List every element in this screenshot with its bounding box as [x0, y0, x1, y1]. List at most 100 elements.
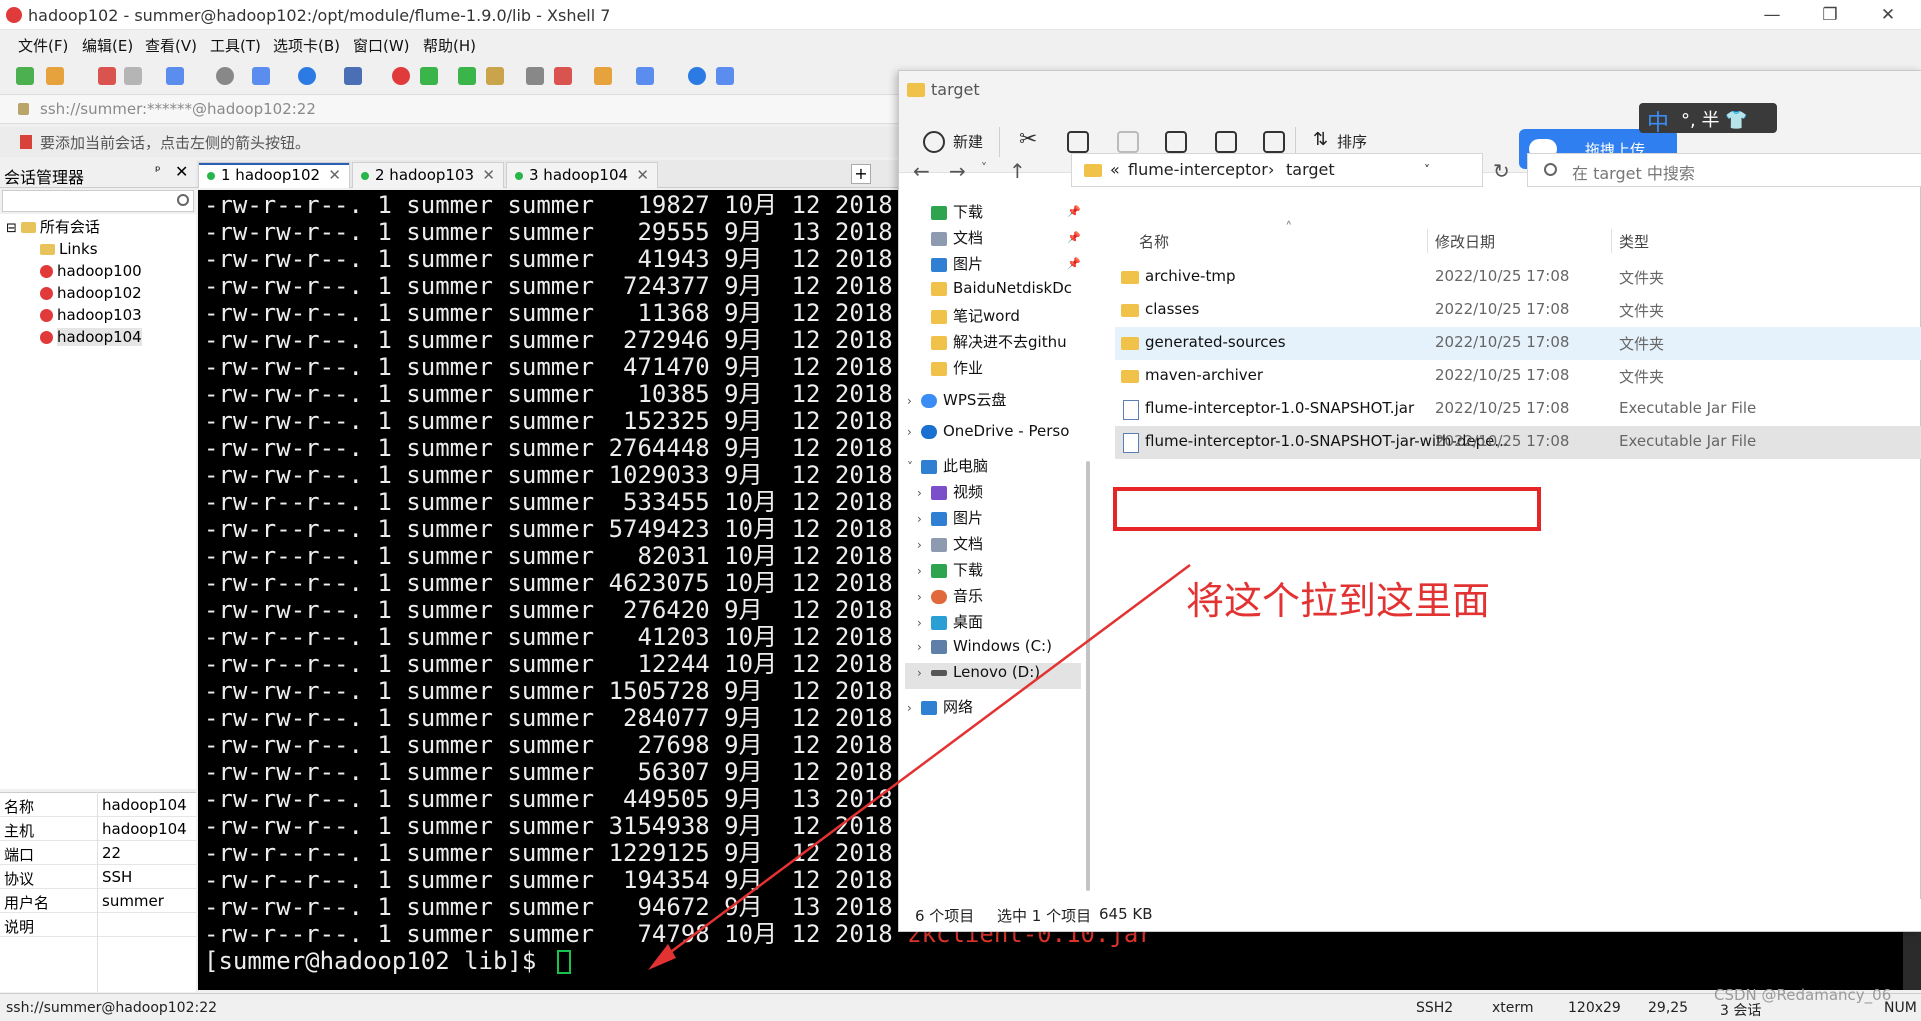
xshell-icon[interactable]: [392, 67, 410, 85]
sidebar-item-baidunetdisk[interactable]: BaiduNetdiskDc: [931, 279, 1081, 305]
pin-icon[interactable]: ᵖ: [155, 164, 161, 179]
breadcrumb-parent[interactable]: flume-interceptor: [1128, 160, 1268, 179]
sidebar-item-drive-c[interactable]: › Windows (C:): [917, 637, 1087, 663]
help-icon[interactable]: [688, 67, 706, 85]
menu-help[interactable]: 帮助(H): [423, 35, 476, 56]
cut-icon[interactable]: ✂: [1019, 127, 1041, 152]
session-search-input[interactable]: [2, 190, 194, 212]
menu-tools[interactable]: 工具(T): [210, 35, 261, 56]
new-icon[interactable]: [923, 131, 945, 153]
sidebar-item-downloads[interactable]: 下载: [931, 201, 1081, 227]
new-tab-icon[interactable]: [594, 67, 612, 85]
breadcrumb-prefix[interactable]: «: [1110, 160, 1120, 179]
tree-item-hadoop103[interactable]: hadoop103: [40, 304, 142, 326]
tab-close-icon[interactable]: ✕: [482, 166, 495, 184]
address-breadcrumb[interactable]: « flume-interceptor › target ˅: [1071, 153, 1483, 187]
tree-item-all-sessions[interactable]: ⊟ 所有会话: [6, 216, 100, 238]
column-header-name[interactable]: 名称: [1139, 231, 1169, 261]
restore-button[interactable]: ❐: [1800, 0, 1860, 30]
sidebar-item-documents[interactable]: 文档: [931, 227, 1081, 253]
sidebar-item-pictures[interactable]: 图片: [931, 253, 1081, 279]
ime-options[interactable]: °, 半 👕: [1681, 106, 1748, 132]
refresh-icon[interactable]: ↻: [1493, 159, 1510, 183]
tab-close-icon[interactable]: ✕: [328, 166, 341, 184]
tab-hadoop103[interactable]: 2 hadoop103 ✕: [352, 162, 504, 188]
menu-tabs[interactable]: 选项卡(B): [273, 35, 340, 56]
expand-icon[interactable]: ›: [917, 590, 931, 604]
sidebar-item-drive-d[interactable]: › Lenovo (D:): [905, 663, 1081, 689]
menu-view[interactable]: 查看(V): [145, 35, 197, 56]
tree-item-hadoop104[interactable]: hadoop104: [40, 326, 142, 348]
column-divider[interactable]: [1427, 229, 1428, 253]
share-icon[interactable]: [1215, 131, 1237, 153]
tree-item-hadoop100[interactable]: hadoop100: [40, 260, 142, 282]
fullscreen-icon[interactable]: [458, 67, 476, 85]
collapse-icon[interactable]: ˅: [907, 460, 921, 474]
address-bar[interactable]: ssh://summer:******@hadoop102:22: [0, 94, 900, 124]
menu-edit[interactable]: 编辑(E): [82, 35, 133, 56]
file-row[interactable]: flume-interceptor-1.0-SNAPSHOT.jar 2022/…: [1115, 393, 1921, 426]
expand-icon[interactable]: ›: [907, 425, 921, 439]
sidebar-item-music[interactable]: › 音乐: [917, 585, 1087, 611]
open-icon[interactable]: [46, 67, 64, 85]
sidebar-item-pc-downloads[interactable]: › 下载: [917, 559, 1087, 585]
expand-icon[interactable]: ›: [917, 616, 931, 630]
pin-icon[interactable]: 📌: [1067, 231, 1081, 244]
close-button[interactable]: ✕: [1858, 0, 1918, 30]
breadcrumb-current[interactable]: target: [1286, 160, 1335, 179]
ime-mode[interactable]: 中: [1647, 105, 1669, 137]
file-row-selected[interactable]: flume-interceptor-1.0-SNAPSHOT-jar-with-…: [1115, 426, 1921, 459]
sidebar-scrollbar[interactable]: [1086, 461, 1090, 891]
terminal-scrollbar[interactable]: [1903, 930, 1921, 990]
ime-toolbar[interactable]: 中 °, 半 👕: [1639, 103, 1777, 136]
up-icon[interactable]: ↑: [1009, 159, 1026, 183]
column-header-date[interactable]: 修改日期: [1435, 231, 1495, 261]
expand-icon[interactable]: ›: [907, 701, 921, 715]
recent-dropdown-icon[interactable]: ˅: [981, 161, 987, 175]
sidebar-item-homework[interactable]: 作业: [931, 357, 1081, 383]
sort-icon[interactable]: ⇅: [1313, 129, 1328, 155]
sidebar-item-pc-documents[interactable]: › 文档: [917, 533, 1087, 559]
sidebar-item-network[interactable]: › 网络: [907, 696, 1087, 722]
new-button[interactable]: 新建: [953, 131, 983, 157]
highlight-icon[interactable]: [554, 67, 572, 85]
back-icon[interactable]: ←: [913, 159, 930, 183]
add-tab-button[interactable]: +: [851, 164, 871, 184]
file-row[interactable]: generated-sources 2022/10/25 17:08 文件夹: [1115, 327, 1921, 360]
expand-icon[interactable]: ›: [907, 394, 921, 408]
close-panel-icon[interactable]: ✕: [175, 162, 188, 181]
find-icon[interactable]: [216, 67, 234, 85]
rename-icon[interactable]: [1165, 131, 1187, 153]
xftp-icon[interactable]: [420, 67, 438, 85]
font-icon[interactable]: [344, 67, 362, 85]
delete-icon[interactable]: [1263, 131, 1285, 153]
expand-icon[interactable]: ›: [917, 564, 931, 578]
tree-item-links[interactable]: Links: [40, 238, 98, 260]
sidebar-item-pc-pictures[interactable]: › 图片: [917, 507, 1087, 533]
sidebar-item-videos[interactable]: › 视频: [917, 481, 1087, 507]
file-row[interactable]: maven-archiver 2022/10/25 17:08 文件夹: [1115, 360, 1921, 393]
lock-icon[interactable]: [486, 67, 504, 85]
paste-icon[interactable]: [1117, 131, 1139, 153]
chat-icon[interactable]: [716, 67, 734, 85]
globe-icon[interactable]: [298, 67, 316, 85]
tree-item-hadoop102[interactable]: hadoop102: [40, 282, 142, 304]
disconnect-icon[interactable]: [124, 67, 142, 85]
properties-icon[interactable]: [166, 67, 184, 85]
menu-file[interactable]: 文件(F): [18, 35, 68, 56]
sidebar-item-notes[interactable]: 笔记word: [931, 305, 1081, 331]
expand-icon[interactable]: ›: [917, 512, 931, 526]
file-row[interactable]: archive-tmp 2022/10/25 17:08 文件夹: [1115, 261, 1921, 294]
sidebar-item-github[interactable]: 解决进不去githu: [931, 331, 1081, 357]
connect-icon[interactable]: [98, 67, 116, 85]
terminal-prompt[interactable]: [summer@hadoop102 lib]$: [204, 948, 571, 975]
minimize-button[interactable]: —: [1742, 0, 1802, 30]
sidebar-item-this-pc[interactable]: ˅ 此电脑: [907, 455, 1087, 481]
sidebar-item-wps-cloud[interactable]: › WPS云盘: [907, 389, 1087, 415]
tab-hadoop102[interactable]: 1 hadoop102 ✕: [198, 162, 350, 188]
search-input[interactable]: 在 target 中搜索: [1527, 153, 1921, 187]
copy-icon[interactable]: [1067, 131, 1089, 153]
layout-icon[interactable]: [252, 67, 270, 85]
bookmark-icon[interactable]: [20, 135, 32, 149]
expand-icon[interactable]: ›: [917, 666, 931, 680]
